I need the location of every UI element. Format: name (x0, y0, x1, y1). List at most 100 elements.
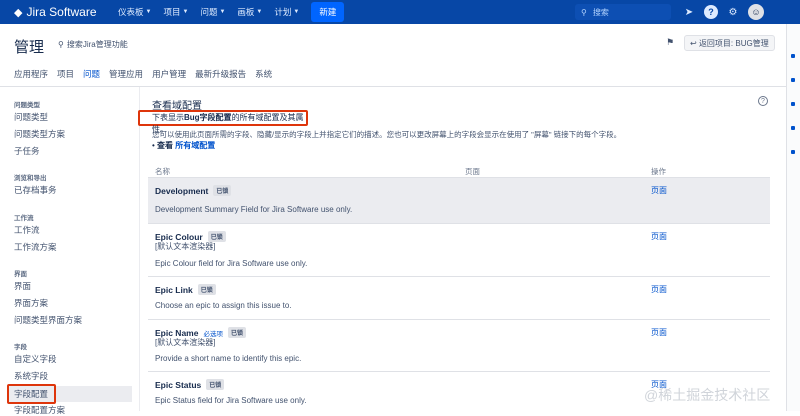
right-edge-panel (786, 24, 800, 411)
menu-label: 项目 (163, 7, 181, 17)
sidebar-item-screen-schemes[interactable]: 界面方案 (14, 297, 48, 309)
back-arrow-icon: ↩ (690, 39, 697, 48)
field-name: Epic Status 已锁 (155, 379, 225, 390)
menu-boards[interactable]: 画板 ▼ (237, 6, 262, 18)
screens-link[interactable]: 页面 (651, 284, 667, 295)
sidebar-item-issue-type-schemes[interactable]: 问题类型方案 (14, 128, 65, 140)
tab-issues[interactable]: 问题 (83, 68, 101, 88)
edge-marker (791, 54, 795, 58)
column-screens: 页面 (465, 167, 480, 176)
menu-label: 计划 (274, 7, 292, 17)
sidebar-section-title: 工作流 (14, 215, 34, 222)
search-icon: ⚲ (58, 40, 64, 49)
sidebar-item-system-fields[interactable]: 系统字段 (14, 370, 48, 382)
column-name: 名称 (155, 167, 170, 176)
admin-search-link[interactable]: ⚲ 搜索Jira管理功能 (58, 39, 128, 50)
view-all-configs-link[interactable]: 所有域配置 (175, 141, 215, 150)
avatar[interactable]: ☺ (748, 4, 764, 20)
table-row: Development 已锁 Development Summary Field … (148, 178, 770, 224)
edge-marker (791, 126, 795, 130)
table-row: Epic Colour 已锁 [默认文本渲染器] Epic Colour fiel… (148, 224, 770, 277)
field-renderer: [默认文本渲染器] (155, 338, 216, 347)
screens-link[interactable]: 页面 (651, 185, 667, 196)
field-name-text: Epic Status (155, 379, 202, 390)
field-name-text: Epic Name (155, 327, 199, 338)
top-navigation-bar: ◆ Jira Software 仪表板 ▼ 项目 ▼ 问题 ▼ 画板 ▼ 计划 ▼ 新建 … (0, 0, 800, 24)
megaphone-icon[interactable]: ➤ (680, 3, 698, 21)
feedback-icon[interactable]: ⚑ (666, 37, 674, 48)
jira-logo-icon: ◆ (14, 6, 23, 19)
tab-system[interactable]: 系统 (255, 68, 272, 88)
tab-projects[interactable]: 项目 (57, 68, 74, 88)
field-description: Development Summary Field for Jira Softw… (155, 205, 353, 214)
tab-applications[interactable]: 应用程序 (14, 68, 48, 88)
watermark: @稀土掘金技术社区 (644, 387, 771, 403)
sidebar-item-screens[interactable]: 界面 (14, 280, 31, 292)
tab-upgrade-report[interactable]: 最新升级报告 (195, 68, 246, 88)
help-icon[interactable]: ? (758, 96, 768, 106)
gear-icon[interactable]: ⚙ (724, 3, 742, 21)
tab-manage-apps[interactable]: 管理应用 (109, 68, 143, 88)
menu-label: 画板 (237, 7, 255, 17)
menu-label: 仪表板 (118, 7, 144, 17)
sidebar-section-title: 界面 (14, 271, 27, 278)
locked-badge: 已锁 (206, 379, 225, 390)
sidebar-item-workflow-schemes[interactable]: 工作流方案 (14, 241, 57, 253)
sidebar-item-issue-types[interactable]: 问题类型 (14, 111, 48, 123)
field-description: Choose an epic to assign this issue to. (155, 301, 292, 310)
page-title: 管理 (14, 39, 45, 56)
locked-badge: 已锁 (213, 185, 232, 196)
menu-plans[interactable]: 计划 ▼ (274, 6, 299, 18)
jira-logo[interactable]: ◆ Jira Software (14, 5, 118, 19)
field-description: Epic Colour field for Jira Software use … (155, 259, 308, 268)
help-icon[interactable]: ? (704, 5, 718, 19)
sidebar-item-workflows[interactable]: 工作流 (14, 224, 40, 236)
edge-marker (791, 102, 795, 106)
chevron-down-icon: ▼ (256, 9, 263, 15)
admin-search-label: 搜索Jira管理功能 (66, 40, 128, 49)
field-name: Development 已锁 (155, 185, 232, 196)
edge-marker (791, 150, 795, 154)
tab-user-management[interactable]: 用户管理 (152, 68, 186, 88)
chevron-down-icon: ▼ (145, 9, 152, 15)
menu-label: 问题 (200, 7, 218, 17)
annotation-highlight-box (7, 384, 56, 404)
logo-text: Jira Software (26, 5, 97, 19)
sidebar-item-field-configuration-schemes[interactable]: 字段配置方案 (14, 404, 65, 416)
main-menu: 仪表板 ▼ 项目 ▼ 问题 ▼ 画板 ▼ 计划 ▼ 新建 (118, 0, 345, 24)
field-name-text: Epic Colour (155, 231, 203, 242)
field-name: Epic Link 已锁 (155, 284, 216, 295)
table-row: Epic Link 已锁 Choose an epic to assign thi… (148, 277, 770, 320)
sidebar-item-subtasks[interactable]: 子任务 (14, 145, 40, 157)
return-label: 返回项目: BUG管理 (698, 39, 769, 48)
locked-badge: 已锁 (227, 327, 246, 338)
field-description: Provide a short name to identify this ep… (155, 354, 302, 363)
view-label: 查看 (157, 141, 174, 150)
required-label: 必选项 (203, 330, 223, 338)
chevron-down-icon: ▼ (293, 9, 300, 15)
menu-issues[interactable]: 问题 ▼ (200, 6, 225, 18)
screens-link[interactable]: 页面 (651, 231, 667, 242)
menu-dashboards[interactable]: 仪表板 ▼ (118, 6, 151, 18)
create-button[interactable]: 新建 (311, 2, 345, 22)
return-to-project-button[interactable]: ↩ 返回项目: BUG管理 (684, 35, 775, 51)
chevron-down-icon: ▼ (182, 9, 189, 15)
admin-header: 管理 ⚲ 搜索Jira管理功能 ⚑ ↩ 返回项目: BUG管理 (0, 24, 786, 64)
sidebar-item-custom-fields[interactable]: 自定义字段 (14, 353, 57, 365)
menu-projects[interactable]: 项目 ▼ (163, 6, 188, 18)
sidebar-section-title: 浏览和导出 (14, 175, 47, 182)
screens-link[interactable]: 页面 (651, 327, 667, 338)
column-operations: 操作 (651, 167, 666, 176)
top-right-icons: ➤ ? ⚙ ☺ (680, 3, 764, 21)
edge-marker (791, 78, 795, 82)
view-all-line: • 查看 所有域配置 (152, 141, 216, 150)
global-search-input[interactable]: ⚲ 搜索 (575, 4, 671, 20)
sidebar-item-issue-type-screen-schemes[interactable]: 问题类型界面方案 (14, 314, 82, 326)
search-placeholder: 搜索 (592, 7, 609, 17)
field-name-text: Epic Link (155, 284, 193, 295)
locked-badge: 已锁 (197, 284, 216, 295)
sidebar-section-title: 问题类型 (14, 102, 40, 109)
desc-prefix: 下表显示 (152, 113, 184, 122)
sidebar-item-archived-issues[interactable]: 已存档事务 (14, 184, 57, 196)
field-name-text: Development (155, 185, 209, 196)
